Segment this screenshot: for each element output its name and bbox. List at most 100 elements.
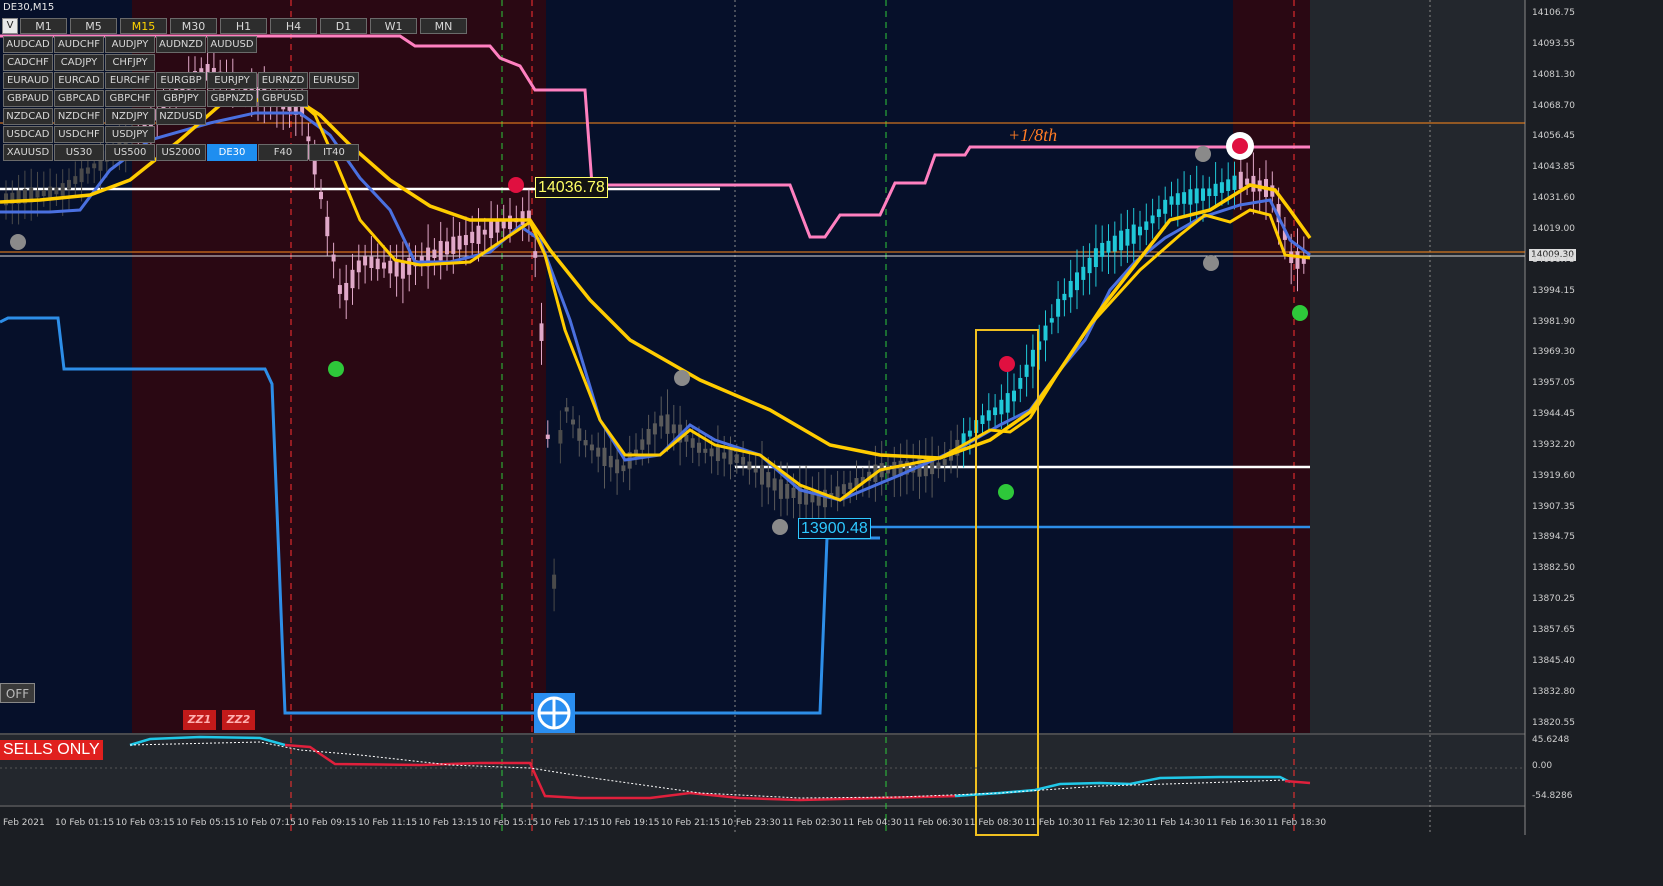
symbol-button-us30[interactable]: US30	[54, 144, 104, 161]
candle-body	[533, 251, 538, 258]
symbol-button-eurcad[interactable]: EURCAD	[54, 72, 104, 89]
symbol-button-gbpaud[interactable]: GBPAUD	[3, 90, 53, 107]
symbol-button-usdcad[interactable]: USDCAD	[3, 126, 53, 143]
time-axis-label: 10 Feb 19:15	[600, 818, 660, 828]
symbol-button-cadchf[interactable]: CADCHF	[3, 54, 53, 71]
candle-body	[1194, 188, 1199, 204]
candle-body	[73, 176, 78, 184]
symbol-button-eurjpy[interactable]: EURJPY	[207, 72, 257, 89]
symbol-button-eurusd[interactable]: EURUSD	[309, 72, 359, 89]
symbol-button-nzdcad[interactable]: NZDCAD	[3, 108, 53, 125]
menu-toggle-button[interactable]: V	[2, 18, 18, 34]
timeframe-bar: V M1 M5 M15 M30 H1 H4 D1 W1 MN	[2, 18, 467, 34]
candle-body	[835, 486, 840, 498]
time-axis-label: 11 Feb 06:30	[903, 818, 963, 828]
time-axis-label: 11 Feb 02:30	[782, 818, 842, 828]
symbol-button-eurnzd[interactable]: EURNZD	[258, 72, 308, 89]
timeframe-button-m5[interactable]: M5	[70, 18, 117, 34]
symbol-button-gbpusd[interactable]: GBPUSD	[258, 90, 308, 107]
price-axis-label: 14019.00	[1532, 223, 1575, 234]
time-axis-label: 10 Feb 09:15	[297, 818, 357, 828]
candle-body	[520, 211, 525, 226]
candle-body	[1295, 251, 1300, 269]
candle-body	[1043, 325, 1048, 341]
symbol-button-chfjpy[interactable]: CHFJPY	[105, 54, 155, 71]
symbol-button-us2000[interactable]: US2000	[156, 144, 206, 161]
price-axis-label: 13882.50	[1532, 563, 1575, 574]
candle-body	[432, 249, 437, 259]
candle-body	[35, 190, 40, 198]
symbol-button-gbpcad[interactable]: GBPCAD	[54, 90, 104, 107]
symbol-button-audchf[interactable]: AUDCHF	[54, 36, 104, 53]
symbol-button-nzdusd[interactable]: NZDUSD	[156, 108, 206, 125]
symbol-button-audnzd[interactable]: AUDNZD	[156, 36, 206, 53]
candle-body	[1175, 193, 1180, 205]
price-axis-label: 14006.75	[1532, 254, 1575, 265]
price-axis-label: 13820.55	[1532, 717, 1575, 728]
candle-body	[936, 462, 941, 469]
symbol-button-f40[interactable]: F40	[258, 144, 308, 161]
price-axis-label: 14068.70	[1532, 100, 1575, 111]
symbol-button-xauusd[interactable]: XAUUSD	[3, 144, 53, 161]
symbol-button-gbpchf[interactable]: GBPCHF	[105, 90, 155, 107]
zz1-button[interactable]: ZZ1	[183, 710, 216, 730]
candle-body	[577, 428, 582, 441]
oscillator-axis-label: 0.00	[1532, 761, 1553, 771]
candle-body	[608, 455, 613, 468]
symbol-button-euraud[interactable]: EURAUD	[3, 72, 53, 89]
time-axis-label: 10 Feb 07:15	[236, 818, 296, 828]
price-axis-label: 14081.30	[1532, 69, 1575, 80]
timeframe-button-m30[interactable]: M30	[170, 18, 217, 34]
symbol-button-eurgbp[interactable]: EURGBP	[156, 72, 206, 89]
buy-signal-dot	[998, 484, 1014, 500]
candle-body	[1245, 178, 1250, 185]
symbol-button-audusd[interactable]: AUDUSD	[207, 36, 257, 53]
candle-body	[382, 262, 386, 269]
symbol-button-usdjpy[interactable]: USDJPY	[105, 126, 155, 143]
timeframe-button-d1[interactable]: D1	[320, 18, 367, 34]
timeframe-button-h1[interactable]: H1	[220, 18, 267, 34]
candle-body	[1100, 242, 1105, 257]
off-button[interactable]: OFF	[0, 683, 35, 703]
candle-body	[369, 256, 374, 268]
symbol-button-gbpnzd[interactable]: GBPNZD	[207, 90, 257, 107]
symbol-button-nzdchf[interactable]: NZDCHF	[54, 108, 104, 125]
candle-body	[48, 186, 53, 198]
candle-body	[942, 459, 947, 465]
buy-signal-dot	[1292, 305, 1308, 321]
symbol-button-us500[interactable]: US500	[105, 144, 155, 161]
candle-body	[1119, 230, 1124, 251]
zz2-button[interactable]: ZZ2	[222, 710, 255, 730]
timeframe-button-m15[interactable]: M15	[120, 18, 167, 34]
candle-body	[848, 482, 853, 490]
price-label-high: 14036.78	[535, 177, 608, 198]
symbol-button-de30[interactable]: DE30	[207, 144, 257, 161]
symbol-button-eurchf[interactable]: EURCHF	[105, 72, 155, 89]
symbol-button-audcad[interactable]: AUDCAD	[3, 36, 53, 53]
candle-body	[545, 434, 550, 439]
candle-body	[312, 159, 317, 175]
timeframe-button-mn[interactable]: MN	[420, 18, 467, 34]
candle-body	[495, 221, 500, 233]
candle-body	[54, 187, 59, 195]
symbol-button-nzdjpy[interactable]: NZDJPY	[105, 108, 155, 125]
time-axis-label: 11 Feb 08:30	[964, 818, 1024, 828]
candle-body	[671, 424, 676, 434]
symbol-button-usdchf[interactable]: USDCHF	[54, 126, 104, 143]
candle-body	[760, 465, 764, 485]
candle-body	[703, 448, 708, 453]
candle-body	[766, 472, 771, 488]
candle-body	[1093, 248, 1098, 268]
timeframe-button-m1[interactable]: M1	[20, 18, 67, 34]
candle-body	[999, 399, 1004, 415]
timeframe-button-h4[interactable]: H4	[270, 18, 317, 34]
neutral-dot	[772, 519, 788, 535]
symbol-button-cadjpy[interactable]: CADJPY	[54, 54, 104, 71]
symbol-button-gbpjpy[interactable]: GBPJPY	[156, 90, 206, 107]
candle-body	[728, 449, 733, 465]
candle-body	[1068, 280, 1073, 298]
symbol-button-audjpy[interactable]: AUDJPY	[105, 36, 155, 53]
symbol-button-it40[interactable]: IT40	[309, 144, 359, 161]
timeframe-button-w1[interactable]: W1	[370, 18, 417, 34]
price-axis-label: 13832.80	[1532, 686, 1575, 697]
